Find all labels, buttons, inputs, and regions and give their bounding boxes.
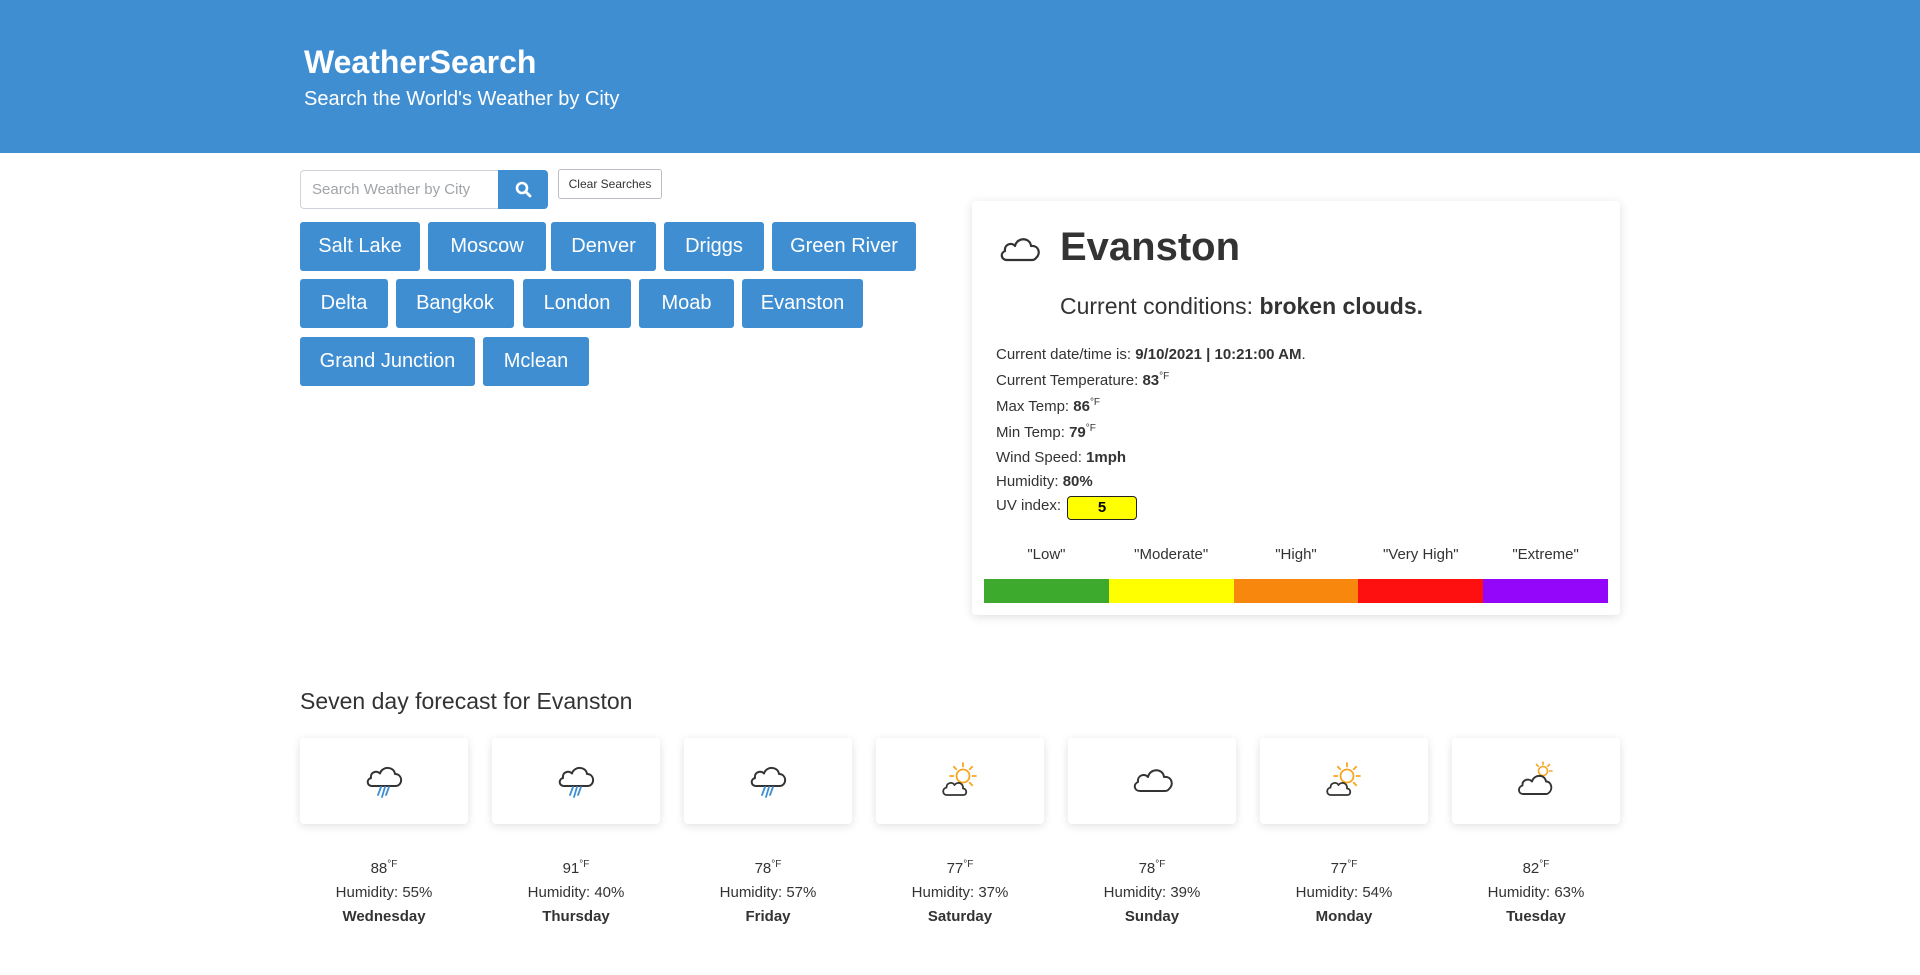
header-banner: WeatherSearch Search the World's Weather… [0,0,1920,153]
current-temperature: Current Temperature: 83°F [996,371,1170,389]
app-subtitle: Search the World's Weather by City [304,88,620,110]
forecast-temp: 78°F [1138,859,1166,877]
search-group [300,170,548,209]
current-city-name: Evanston [1060,225,1241,269]
forecast-day-name: Saturday [927,908,993,925]
rain-cloud-icon [366,766,403,798]
forecast-humidity: Humidity: 57% [719,884,817,901]
history-city-button[interactable]: Moscow [428,222,546,271]
wind-speed: Wind Speed: 1mph [996,449,1127,466]
forecast-temp: 77°F [1330,859,1358,877]
current-conditions: Current conditions: broken clouds. [1060,293,1424,319]
forecast-temp: 91°F [562,859,590,877]
history-city-button[interactable]: Denver [551,222,656,271]
small-sun-cloud-icon [1518,761,1553,795]
uv-scale-label: "High" [1275,546,1317,563]
forecast-title: Seven day forecast for Evanston [300,688,633,714]
uv-scale-label: "Very High" [1382,546,1459,563]
forecast-humidity: Humidity: 63% [1487,884,1585,901]
max-temperature: Max Temp: 86°F [996,397,1101,415]
uv-index-badge: 5 [1067,496,1137,520]
uv-scale-segment [1233,579,1359,603]
uv-scale-labels: "Low" "Moderate" "High" "Very High" "Ext… [984,546,1608,563]
forecast-day-name: Thursday [542,908,610,925]
sun-cloud-icon [1326,762,1361,796]
uv-color-scale [984,579,1608,603]
forecast-day: 77°F Humidity: 37% Saturday [876,853,1044,929]
forecast-day: 78°F Humidity: 39% Sunday [1068,853,1236,929]
history-city-button[interactable]: Evanston [742,279,863,328]
uv-scale-segment [984,579,1109,603]
uv-scale-label: "Low" [1027,546,1066,563]
min-temperature: Min Temp: 79°F [996,423,1096,441]
forecast-temp: 88°F [370,859,398,877]
clear-searches-button[interactable]: Clear Searches [558,169,662,199]
current-datetime: Current date/time is: 9/10/2021 | 10:21:… [996,346,1306,363]
history-city-button[interactable]: Salt Lake [300,222,420,271]
forecast-temp: 77°F [946,859,974,877]
current-weather-card: Evanston Current conditions: broken clou… [972,201,1620,615]
forecast-day-name: Wednesday [342,908,426,925]
history-city-button[interactable]: London [523,279,631,328]
sun-cloud-icon [942,762,977,796]
history-city-button[interactable]: Moab [639,279,734,328]
forecast-day-name: Friday [745,908,791,925]
history-city-button[interactable]: Bangkok [396,279,514,328]
rain-cloud-icon [750,766,787,798]
forecast-icon-card [1260,738,1428,824]
forecast-humidity: Humidity: 40% [527,884,625,901]
humidity: Humidity: 80% [996,473,1093,490]
forecast-icon-card [876,738,1044,824]
uv-scale-segment [1483,579,1608,603]
history-city-button[interactable]: Driggs [664,222,764,271]
history-city-button[interactable]: Grand Junction [300,337,475,386]
cloud-icon [1000,238,1040,262]
forecast-day-name: Tuesday [1506,908,1566,925]
forecast-icon-card [1452,738,1620,824]
forecast-day-name: Monday [1315,908,1373,925]
history-city-button[interactable]: Mclean [483,337,589,386]
forecast-icon-card [684,738,852,824]
history-city-button[interactable]: Green River [772,222,916,271]
search-button[interactable] [498,170,548,209]
forecast-day: 88°F Humidity: 55% Wednesday [300,853,468,929]
forecast-day: 91°F Humidity: 40% Thursday [492,853,660,929]
cloud-icon [1133,769,1173,792]
forecast-day: 78°F Humidity: 57% Friday [684,853,852,929]
forecast-icon-card [1068,738,1236,824]
rain-cloud-icon [558,766,595,798]
uv-scale-segment [1108,579,1234,603]
forecast-humidity: Humidity: 37% [911,884,1009,901]
forecast-humidity: Humidity: 54% [1295,884,1393,901]
forecast-humidity: Humidity: 55% [335,884,433,901]
search-icon [515,181,531,198]
uv-index-label: UV index: [996,497,1062,514]
forecast-icon-card [492,738,660,824]
search-input[interactable] [300,170,498,209]
forecast-temp: 82°F [1522,859,1550,877]
forecast-day-name: Sunday [1124,908,1180,925]
forecast-day: 82°F Humidity: 63% Tuesday [1452,853,1620,929]
forecast-humidity: Humidity: 39% [1103,884,1201,901]
uv-scale-label: "Moderate" [1134,546,1209,563]
app-title: WeatherSearch [304,44,537,80]
forecast-icon-card [300,738,468,824]
uv-scale-label: "Extreme" [1512,546,1579,563]
uv-scale-segment [1358,579,1484,603]
forecast-day: 77°F Humidity: 54% Monday [1260,853,1428,929]
history-city-button[interactable]: Delta [300,279,388,328]
forecast-temp: 78°F [754,859,782,877]
